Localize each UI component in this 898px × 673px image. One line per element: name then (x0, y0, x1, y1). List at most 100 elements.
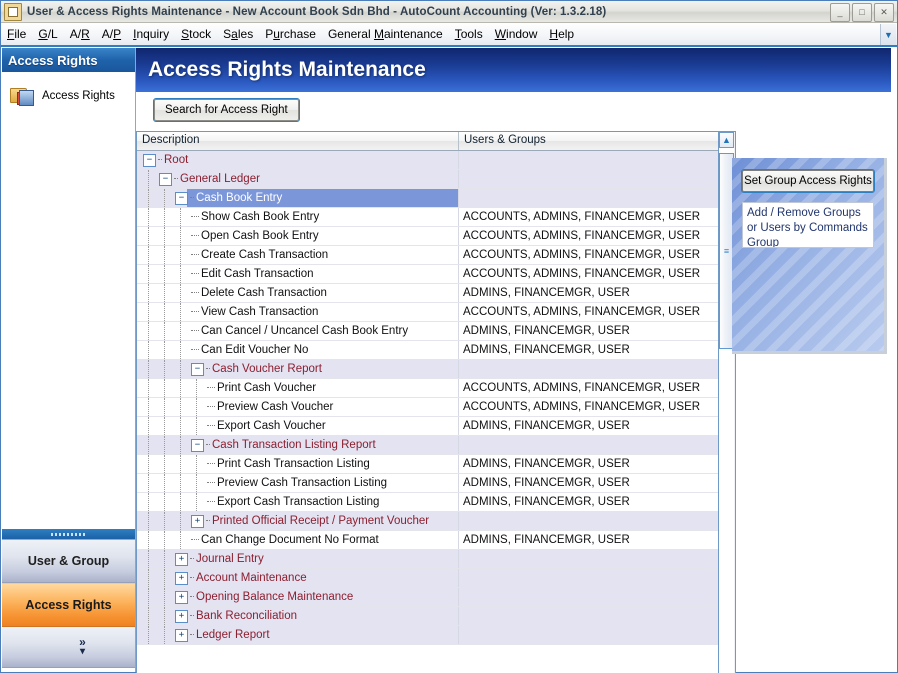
cell-users-groups[interactable]: ACCOUNTS, ADMINS, FINANCEMGR, USER (459, 303, 718, 321)
collapse-node-icon[interactable]: − (191, 438, 204, 452)
table-row[interactable]: + Bank Reconciliation (137, 607, 718, 626)
close-button[interactable]: ✕ (874, 3, 894, 22)
menu-item-help[interactable]: Help (543, 25, 580, 43)
table-row[interactable]: + Account Maintenance (137, 569, 718, 588)
cell-description[interactable]: Export Cash Voucher (137, 417, 459, 435)
table-row[interactable]: Open Cash Book Entry ACCOUNTS, ADMINS, FI… (137, 227, 718, 246)
cell-description[interactable]: Open Cash Book Entry (137, 227, 459, 245)
menu-item-inquiry[interactable]: Inquiry (127, 25, 175, 43)
cell-users-groups[interactable]: ACCOUNTS, ADMINS, FINANCEMGR, USER (459, 246, 718, 264)
table-row[interactable]: Edit Cash Transaction ACCOUNTS, ADMINS, F… (137, 265, 718, 284)
table-row[interactable]: Print Cash Transaction Listing ADMINS, FI… (137, 455, 718, 474)
sidebar-expand-button[interactable]: » ▾ (2, 627, 135, 668)
cell-description[interactable]: Create Cash Transaction (137, 246, 459, 264)
cell-description[interactable]: − General Ledger (137, 170, 459, 188)
menu-item-gl[interactable]: G/L (32, 25, 63, 43)
search-for-access-right-button[interactable]: Search for Access Right (153, 98, 300, 122)
cell-description[interactable]: Can Change Document No Format (137, 531, 459, 549)
sidebar-splitter-grip[interactable] (2, 529, 135, 540)
cell-description[interactable]: Can Cancel / Uncancel Cash Book Entry (137, 322, 459, 340)
chevron-up-icon[interactable]: ▲ (719, 132, 734, 148)
sidebar-button-access-rights[interactable]: Access Rights (2, 583, 135, 627)
table-row[interactable]: Create Cash Transaction ACCOUNTS, ADMINS,… (137, 246, 718, 265)
cell-description[interactable]: Delete Cash Transaction (137, 284, 459, 302)
expand-node-icon[interactable]: + (175, 552, 188, 566)
table-row[interactable]: − Root (137, 151, 718, 170)
cell-description[interactable]: + Bank Reconciliation (137, 607, 459, 625)
column-header-description[interactable]: Description (137, 132, 459, 150)
chevron-down-icon[interactable]: ▼ (880, 24, 896, 45)
collapse-node-icon[interactable]: − (191, 362, 204, 376)
expand-node-icon[interactable]: + (191, 514, 204, 528)
table-row[interactable]: + Journal Entry (137, 550, 718, 569)
cell-description[interactable]: − Root (137, 151, 459, 169)
column-header-users-groups[interactable]: Users & Groups (459, 132, 718, 150)
cell-users-groups[interactable]: ACCOUNTS, ADMINS, FINANCEMGR, USER (459, 227, 718, 245)
cell-users-groups[interactable]: ADMINS, FINANCEMGR, USER (459, 531, 718, 549)
table-row[interactable]: Can Cancel / Uncancel Cash Book Entry ADM… (137, 322, 718, 341)
cell-description[interactable]: + Account Maintenance (137, 569, 459, 587)
expand-node-icon[interactable]: + (175, 628, 188, 642)
cell-users-groups[interactable] (459, 588, 718, 606)
table-row[interactable]: Preview Cash Transaction Listing ADMINS, … (137, 474, 718, 493)
sidebar-item-access-rights[interactable]: Access Rights (2, 82, 135, 110)
cell-users-groups[interactable]: ADMINS, FINANCEMGR, USER (459, 322, 718, 340)
table-row[interactable]: + Opening Balance Maintenance (137, 588, 718, 607)
table-row[interactable]: Can Edit Voucher No ADMINS, FINANCEMGR, U… (137, 341, 718, 360)
expand-node-icon[interactable]: + (175, 571, 188, 585)
menu-item-tools[interactable]: Tools (449, 25, 489, 43)
table-row[interactable]: Delete Cash Transaction ADMINS, FINANCEMG… (137, 284, 718, 303)
table-row[interactable]: − Cash Transaction Listing Report (137, 436, 718, 455)
menu-item-general-maintenance[interactable]: General Maintenance (322, 25, 449, 43)
table-row[interactable]: + Ledger Report (137, 626, 718, 645)
menu-item-ap[interactable]: A/P (96, 25, 127, 43)
cell-users-groups[interactable]: ADMINS, FINANCEMGR, USER (459, 455, 718, 473)
cell-description[interactable]: Export Cash Transaction Listing (137, 493, 459, 511)
cell-users-groups[interactable] (459, 550, 718, 568)
cell-description[interactable]: − Cash Transaction Listing Report (137, 436, 459, 454)
table-row[interactable]: Export Cash Voucher ADMINS, FINANCEMGR, U… (137, 417, 718, 436)
maximize-button[interactable]: □ (852, 3, 872, 22)
cell-users-groups[interactable] (459, 569, 718, 587)
cell-users-groups[interactable]: ACCOUNTS, ADMINS, FINANCEMGR, USER (459, 398, 718, 416)
cell-description[interactable]: − Cash Book Entry (137, 189, 459, 207)
collapse-node-icon[interactable]: − (159, 172, 172, 186)
expand-node-icon[interactable]: + (175, 590, 188, 604)
cell-users-groups[interactable] (459, 626, 718, 644)
cell-description[interactable]: Preview Cash Voucher (137, 398, 459, 416)
cell-description[interactable]: + Printed Official Receipt / Payment Vouc… (137, 512, 459, 530)
collapse-node-icon[interactable]: − (143, 153, 156, 167)
menu-item-ar[interactable]: A/R (64, 25, 96, 43)
cell-users-groups[interactable] (459, 436, 718, 454)
table-row[interactable]: View Cash Transaction ACCOUNTS, ADMINS, F… (137, 303, 718, 322)
cell-description[interactable]: + Opening Balance Maintenance (137, 588, 459, 606)
cell-users-groups[interactable]: ADMINS, FINANCEMGR, USER (459, 341, 718, 359)
cell-users-groups[interactable]: ACCOUNTS, ADMINS, FINANCEMGR, USER (459, 265, 718, 283)
cell-users-groups[interactable]: ACCOUNTS, ADMINS, FINANCEMGR, USER (459, 208, 718, 226)
cell-description[interactable]: + Journal Entry (137, 550, 459, 568)
table-row[interactable]: Show Cash Book Entry ACCOUNTS, ADMINS, FI… (137, 208, 718, 227)
cell-users-groups[interactable] (459, 607, 718, 625)
cell-description[interactable]: Preview Cash Transaction Listing (137, 474, 459, 492)
cell-users-groups[interactable] (459, 151, 718, 169)
cell-description[interactable]: View Cash Transaction (137, 303, 459, 321)
menu-item-purchase[interactable]: Purchase (259, 25, 322, 43)
cell-users-groups[interactable] (459, 189, 718, 207)
cell-description[interactable]: Print Cash Voucher (137, 379, 459, 397)
menu-item-window[interactable]: Window (489, 25, 544, 43)
set-group-access-rights-button[interactable]: Set Group Access Rights (741, 169, 875, 193)
table-row[interactable]: − Cash Book Entry (137, 189, 718, 208)
cell-description[interactable]: Print Cash Transaction Listing (137, 455, 459, 473)
minimize-button[interactable]: _ (830, 3, 850, 22)
table-row[interactable]: Preview Cash Voucher ACCOUNTS, ADMINS, FI… (137, 398, 718, 417)
table-row[interactable]: − General Ledger (137, 170, 718, 189)
cell-description[interactable]: + Ledger Report (137, 626, 459, 644)
cell-description[interactable]: Can Edit Voucher No (137, 341, 459, 359)
cell-users-groups[interactable]: ADMINS, FINANCEMGR, USER (459, 417, 718, 435)
table-row[interactable]: − Cash Voucher Report (137, 360, 718, 379)
collapse-node-icon[interactable]: − (175, 191, 188, 205)
table-row[interactable]: Can Change Document No Format ADMINS, FIN… (137, 531, 718, 550)
cell-users-groups[interactable] (459, 360, 718, 378)
cell-users-groups[interactable]: ADMINS, FINANCEMGR, USER (459, 493, 718, 511)
cell-description[interactable]: Edit Cash Transaction (137, 265, 459, 283)
